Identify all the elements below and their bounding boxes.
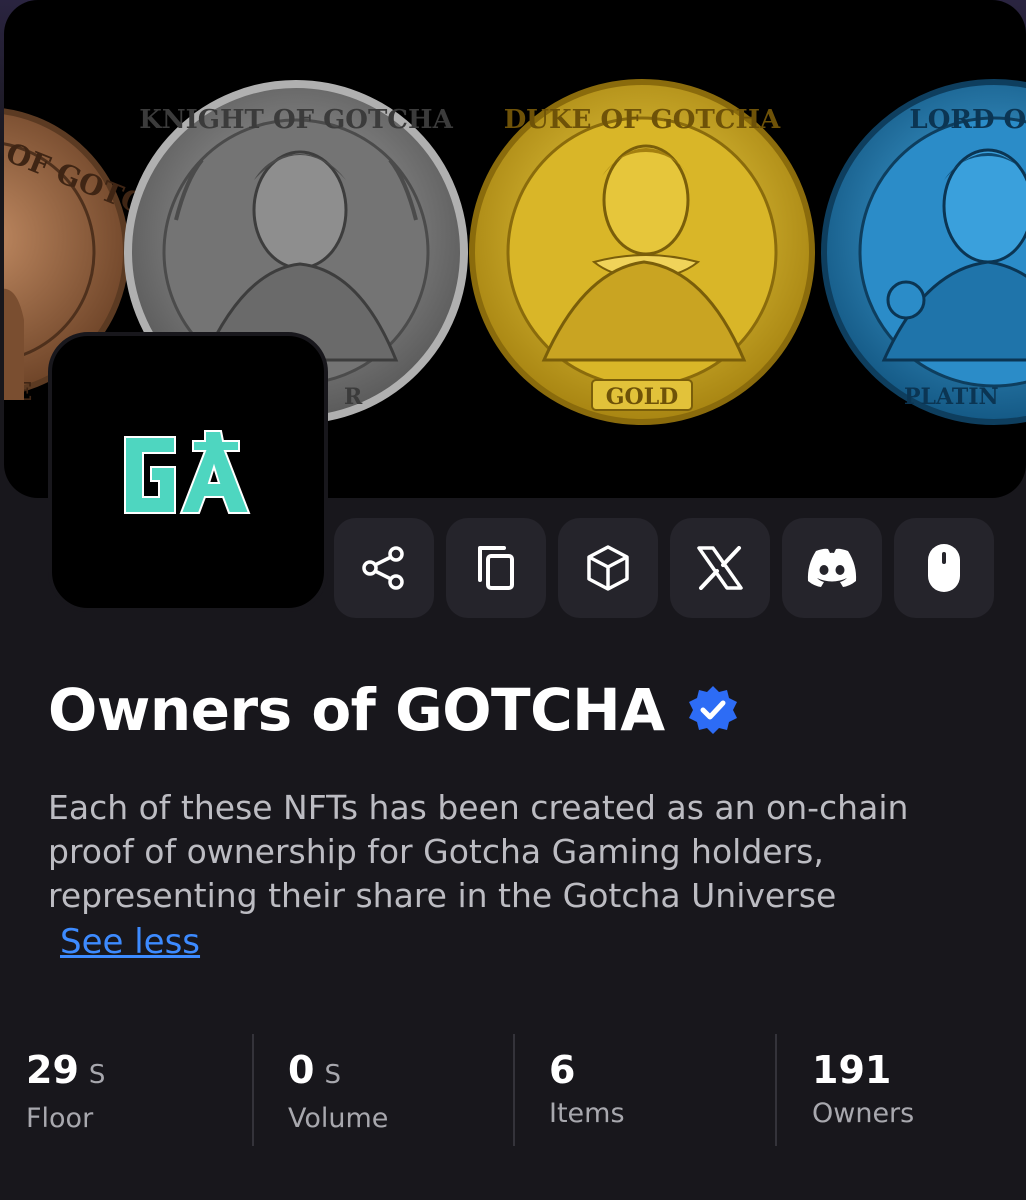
website-button[interactable] xyxy=(894,518,994,618)
collection-description: Each of these NFTs has been created as a… xyxy=(48,788,909,915)
platinum-coin: LORD OF GO PLATIN xyxy=(821,79,1026,425)
action-toolbar xyxy=(334,518,994,618)
mouse-icon xyxy=(928,544,960,592)
gold-coin-label: DUKE OF GOTCHA xyxy=(504,105,781,135)
copy-button[interactable] xyxy=(446,518,546,618)
stat-items-value: 6 xyxy=(549,1046,625,1094)
floor-label: Floor xyxy=(26,1103,94,1134)
items-value: 6 xyxy=(549,1048,576,1092)
discord-icon xyxy=(807,548,857,587)
ga-logo-icon: GA xyxy=(124,430,251,514)
stat-floor: 29 S Floor xyxy=(26,1034,105,1146)
copy-icon xyxy=(478,546,514,590)
collection-title-row: Owners of GOTCHA xyxy=(48,676,741,744)
collection-stats: 29 S Floor 0S Volume 6 Items 191 Owners xyxy=(0,1034,1026,1146)
volume-unit: S xyxy=(324,1060,341,1090)
x-icon xyxy=(697,546,743,590)
volume-value: 0 xyxy=(288,1048,315,1092)
stat-volume: 0S Volume xyxy=(288,1034,388,1146)
share-icon xyxy=(362,546,404,590)
verified-badge-icon xyxy=(688,686,737,734)
platinum-coin-label: LORD OF GO xyxy=(909,105,1026,135)
gold-coin: DUKE OF GOTCHA GOLD xyxy=(469,79,815,425)
platinum-coin-bottom: PLATIN xyxy=(904,384,999,410)
stat-owners-value: 191 xyxy=(812,1046,914,1094)
x-twitter-button[interactable] xyxy=(670,518,770,618)
stat-floor-value: 29 S xyxy=(26,1046,105,1099)
collection-title: Owners of GOTCHA xyxy=(48,676,665,744)
items-label: Items xyxy=(549,1098,625,1129)
gold-coin-bottom: GOLD xyxy=(606,384,679,410)
collection-logo: GA xyxy=(48,332,328,612)
floor-value: 29 xyxy=(26,1048,79,1092)
owners-value: 191 xyxy=(812,1048,892,1092)
cube-icon xyxy=(587,545,629,591)
floor-unit: S xyxy=(88,1060,106,1090)
stats-divider xyxy=(513,1034,515,1146)
stat-volume-value: 0S xyxy=(288,1046,388,1099)
discord-button[interactable] xyxy=(782,518,882,618)
stat-items: 6 Items xyxy=(549,1034,625,1146)
silver-coin-bottom: R xyxy=(344,384,363,410)
stat-owners: 191 Owners xyxy=(812,1034,914,1146)
stats-divider xyxy=(775,1034,777,1146)
volume-label: Volume xyxy=(288,1103,389,1134)
see-less-link[interactable]: See less xyxy=(60,922,200,962)
contract-button[interactable] xyxy=(558,518,658,618)
share-button[interactable] xyxy=(334,518,434,618)
owners-label: Owners xyxy=(812,1098,915,1129)
silver-coin-label: KNIGHT OF GOTCHA xyxy=(139,105,453,135)
stats-divider xyxy=(252,1034,254,1146)
